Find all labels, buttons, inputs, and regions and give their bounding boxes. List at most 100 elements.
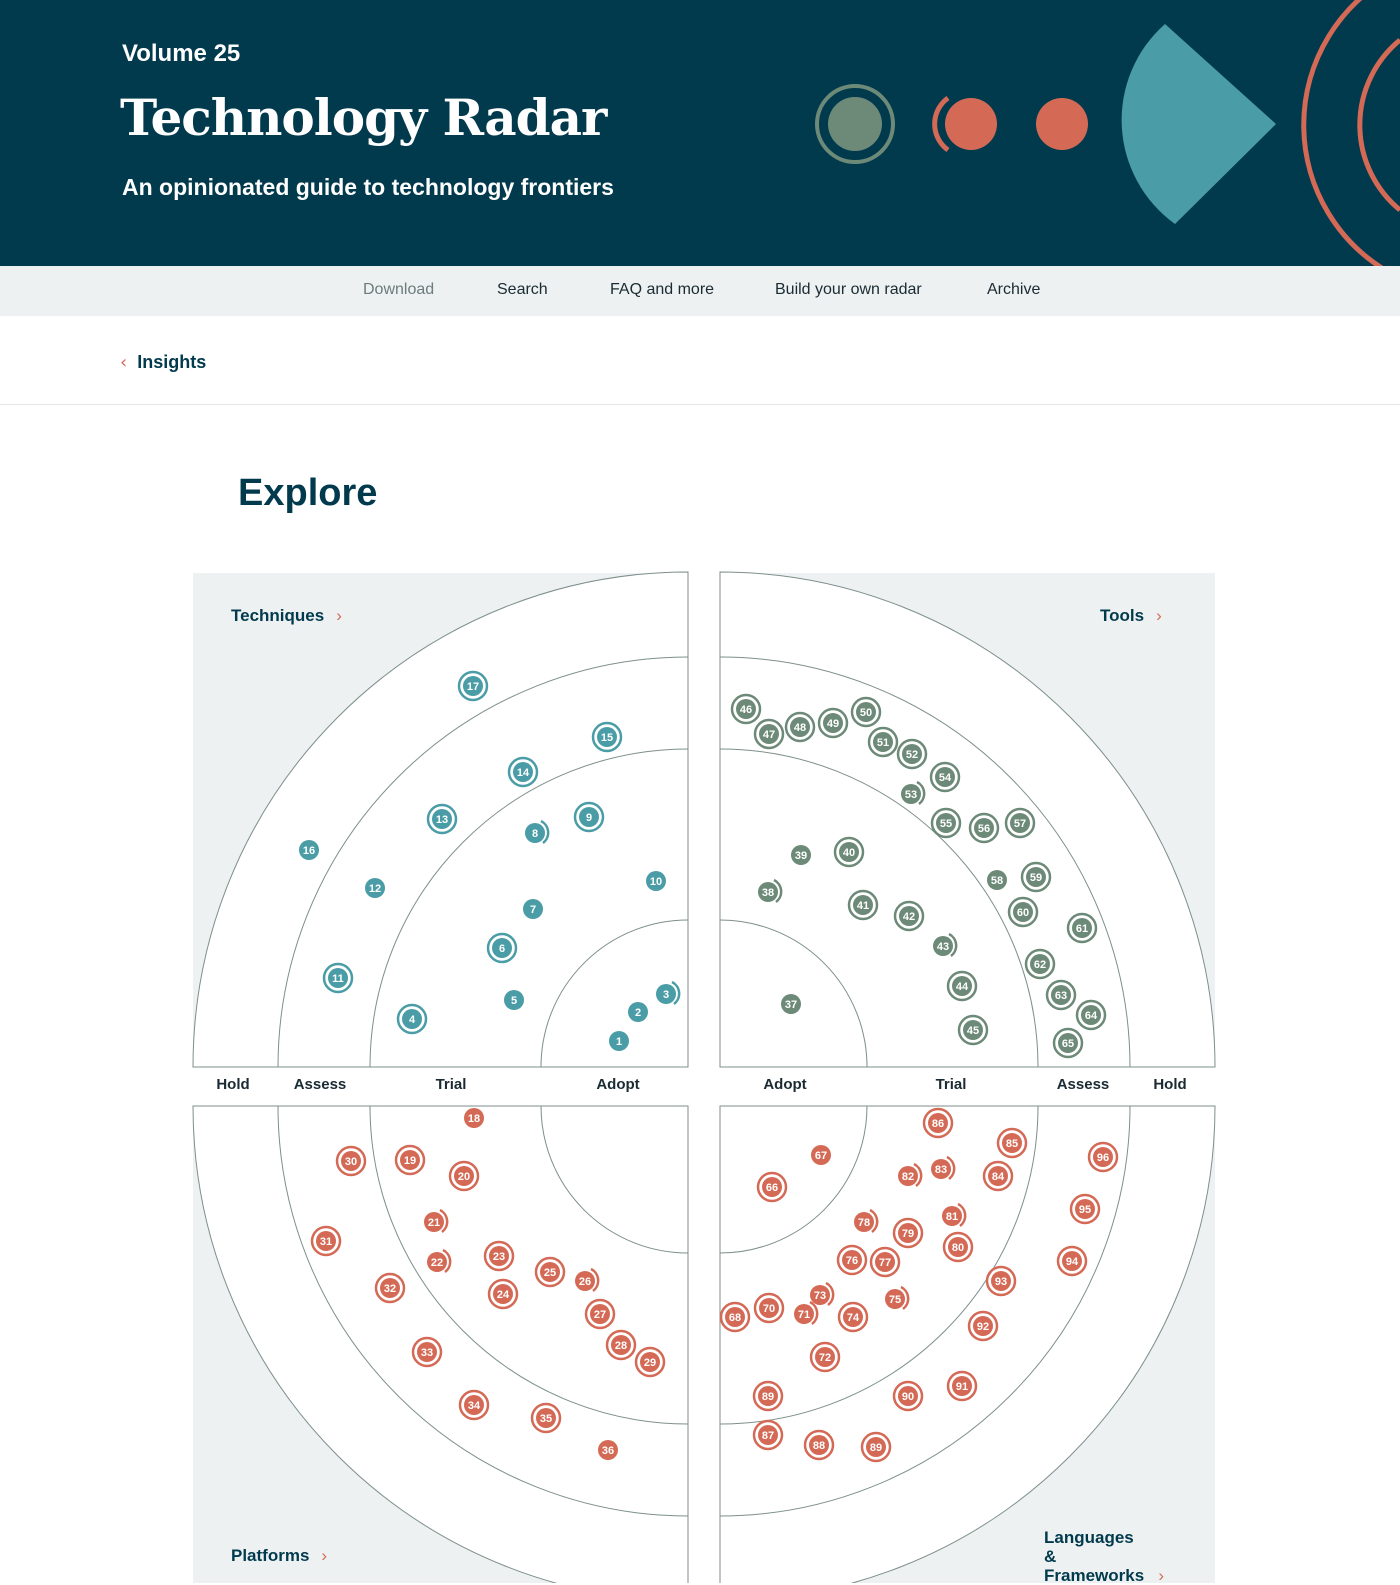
- radar-blip[interactable]: 60: [1007, 896, 1039, 928]
- radar-blip[interactable]: 93: [985, 1265, 1017, 1297]
- radar-blip[interactable]: 16: [299, 840, 319, 860]
- radar-blip[interactable]: 79: [892, 1217, 924, 1249]
- quadrant-label-tools[interactable]: Tools ›: [1100, 606, 1162, 625]
- blip-number: 81: [946, 1211, 958, 1223]
- radar-blip[interactable]: 18: [464, 1108, 484, 1128]
- radar-blip[interactable]: 62: [1024, 948, 1056, 980]
- blip-number: 20: [458, 1171, 470, 1183]
- radar-blip[interactable]: 51: [867, 726, 899, 758]
- blip-number: 51: [877, 737, 889, 749]
- radar-blip[interactable]: 24: [487, 1278, 519, 1310]
- radar-blip[interactable]: 37: [781, 994, 801, 1014]
- radar-blip[interactable]: 47: [753, 718, 785, 750]
- radar-blip[interactable]: 39: [791, 845, 811, 865]
- radar-blip[interactable]: 65: [1052, 1027, 1084, 1059]
- radar-blip[interactable]: 96: [1087, 1141, 1119, 1173]
- radar-blip[interactable]: 31: [310, 1225, 342, 1257]
- radar-blip[interactable]: 2: [628, 1002, 648, 1022]
- quadrant-label-platforms[interactable]: Platforms ›: [231, 1546, 327, 1565]
- radar-blip[interactable]: 54: [929, 761, 961, 793]
- radar-blip[interactable]: 68: [719, 1301, 751, 1333]
- radar-blip[interactable]: 87: [752, 1419, 784, 1451]
- radar-blip[interactable]: 72: [809, 1341, 841, 1373]
- radar-blip[interactable]: 5: [504, 990, 524, 1010]
- radar-blip[interactable]: 42: [893, 900, 925, 932]
- radar-blip[interactable]: 76: [836, 1244, 868, 1276]
- radar-blip[interactable]: 90: [892, 1380, 924, 1412]
- radar-blip[interactable]: 89: [860, 1431, 892, 1463]
- radar-blip[interactable]: 66: [756, 1171, 788, 1203]
- radar-blip[interactable]: 55: [930, 807, 962, 839]
- radar-blip[interactable]: 44: [946, 970, 978, 1002]
- radar-blip[interactable]: 57: [1004, 807, 1036, 839]
- radar-blip[interactable]: 77: [869, 1246, 901, 1278]
- blip-number: 4: [409, 1014, 416, 1026]
- blip-number: 66: [766, 1182, 778, 1194]
- blip-number: 35: [540, 1413, 552, 1425]
- radar-blip[interactable]: 7: [523, 899, 543, 919]
- quadrant-label-languages[interactable]: Languages & Frameworks ›: [1044, 1528, 1164, 1585]
- radar-blip[interactable]: 84: [982, 1160, 1014, 1192]
- radar-blip[interactable]: 14: [507, 756, 539, 788]
- radar-blip[interactable]: 74: [837, 1301, 869, 1333]
- radar-blip[interactable]: 9: [573, 801, 605, 833]
- radar-blip[interactable]: 6: [486, 932, 518, 964]
- radar-blip[interactable]: 91: [946, 1370, 978, 1402]
- radar-blip[interactable]: 12: [365, 878, 385, 898]
- radar-blip[interactable]: 88: [803, 1429, 835, 1461]
- radar-blip[interactable]: 94: [1056, 1245, 1088, 1277]
- blip-number: 89: [870, 1442, 882, 1454]
- radar-blip[interactable]: 17: [457, 670, 489, 702]
- radar-blip[interactable]: 28: [605, 1329, 637, 1361]
- radar-blip[interactable]: 1: [609, 1031, 629, 1051]
- radar-blip[interactable]: 89: [752, 1380, 784, 1412]
- radar-blip[interactable]: 45: [957, 1014, 989, 1046]
- radar-blip[interactable]: 41: [847, 889, 879, 921]
- radar-blip[interactable]: 32: [374, 1272, 406, 1304]
- radar-blip[interactable]: 67: [811, 1145, 831, 1165]
- radar-blip[interactable]: 36: [598, 1440, 618, 1460]
- radar-blip[interactable]: 34: [458, 1389, 490, 1421]
- radar-blip[interactable]: 33: [411, 1336, 443, 1368]
- ring-label-trial-left: Trial: [435, 1076, 467, 1093]
- blip-number: 74: [847, 1312, 860, 1324]
- radar-blip[interactable]: 49: [817, 707, 849, 739]
- radar-blip[interactable]: 13: [426, 803, 458, 835]
- radar-blip[interactable]: 11: [322, 962, 354, 994]
- radar-blip[interactable]: 10: [646, 871, 666, 891]
- radar-blip[interactable]: 95: [1069, 1193, 1101, 1225]
- radar-blip[interactable]: 58: [987, 870, 1007, 890]
- radar-blip[interactable]: 63: [1045, 979, 1077, 1011]
- radar-blip[interactable]: 50: [850, 696, 882, 728]
- radar-blip[interactable]: 35: [530, 1402, 562, 1434]
- blip-number: 71: [798, 1309, 810, 1321]
- radar-blip[interactable]: 20: [448, 1160, 480, 1192]
- quadrant-label-techniques[interactable]: Techniques ›: [231, 606, 342, 625]
- blip-number: 15: [601, 732, 613, 744]
- radar-blip[interactable]: 19: [394, 1144, 426, 1176]
- radar-blip[interactable]: 86: [922, 1107, 954, 1139]
- radar-blip[interactable]: 64: [1075, 999, 1107, 1031]
- blip-number: 59: [1030, 872, 1042, 884]
- blip-number: 88: [813, 1440, 825, 1452]
- radar-blip[interactable]: 30: [335, 1145, 367, 1177]
- radar-blip[interactable]: 23: [483, 1240, 515, 1272]
- blip-number: 30: [345, 1156, 357, 1168]
- radar-blip[interactable]: 61: [1066, 912, 1098, 944]
- radar-blip[interactable]: 56: [968, 812, 1000, 844]
- radar-blip[interactable]: 59: [1020, 861, 1052, 893]
- radar-blip[interactable]: 48: [784, 711, 816, 743]
- radar-blip[interactable]: 52: [896, 738, 928, 770]
- radar-blip[interactable]: 27: [584, 1298, 616, 1330]
- radar-blip[interactable]: 85: [996, 1127, 1028, 1159]
- radar-blip[interactable]: 80: [942, 1231, 974, 1263]
- radar-blip[interactable]: 92: [967, 1310, 999, 1342]
- radar-blip[interactable]: 29: [634, 1346, 666, 1378]
- blip-number: 7: [530, 904, 536, 916]
- radar-blip[interactable]: 25: [534, 1256, 566, 1288]
- radar-blip[interactable]: 46: [730, 693, 762, 725]
- radar-blip[interactable]: 15: [591, 721, 623, 753]
- radar-blip[interactable]: 40: [833, 836, 865, 868]
- radar-blip[interactable]: 4: [396, 1003, 428, 1035]
- radar-blip[interactable]: 70: [753, 1292, 785, 1324]
